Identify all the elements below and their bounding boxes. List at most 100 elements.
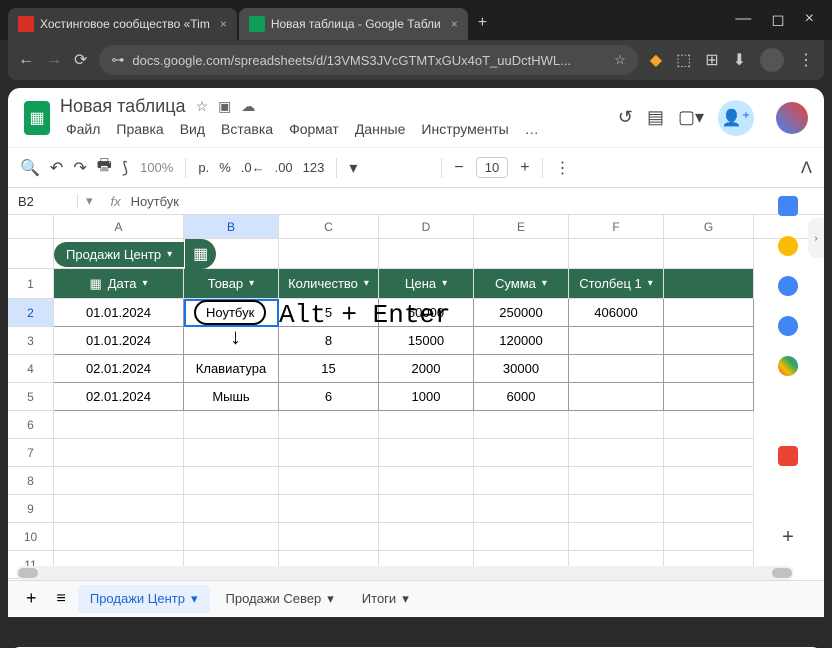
- cell[interactable]: 1000: [379, 383, 474, 411]
- currency-button[interactable]: р.: [198, 160, 209, 175]
- browser-tab[interactable]: Хостинговое сообщество «Tim ×: [8, 8, 237, 40]
- cell[interactable]: 02.01.2024: [54, 355, 184, 383]
- cell[interactable]: 15: [279, 355, 379, 383]
- row-head[interactable]: 10: [8, 523, 54, 551]
- table-chip[interactable]: Продажи Центр▾: [54, 242, 184, 267]
- col-head[interactable]: B: [184, 215, 279, 238]
- avatar[interactable]: [776, 102, 808, 134]
- dec-decimal-icon[interactable]: .0←: [241, 160, 265, 175]
- download-icon[interactable]: ⬇: [733, 50, 746, 70]
- forward-icon[interactable]: →: [46, 51, 62, 69]
- menu-view[interactable]: Вид: [174, 119, 211, 139]
- cell[interactable]: 406000: [569, 299, 664, 327]
- format-button[interactable]: 123: [303, 160, 325, 175]
- cell[interactable]: 50000: [379, 299, 474, 327]
- sheet-tab[interactable]: Продажи Центр ▾: [78, 585, 210, 613]
- undo-icon[interactable]: ↶: [50, 158, 63, 178]
- row-head[interactable]: 4: [8, 355, 54, 383]
- col-head[interactable]: A: [54, 215, 184, 238]
- close-icon[interactable]: ×: [451, 17, 458, 31]
- menu-edit[interactable]: Правка: [110, 119, 169, 139]
- cell[interactable]: 6000: [474, 383, 569, 411]
- extension-icon[interactable]: ⬚: [676, 50, 691, 70]
- dec-font-icon[interactable]: −: [454, 159, 463, 177]
- menu-format[interactable]: Формат: [283, 119, 345, 139]
- menu-more[interactable]: …: [519, 119, 545, 139]
- col-header-price[interactable]: Цена ▾: [379, 269, 474, 299]
- close-icon[interactable]: ×: [805, 10, 814, 30]
- col-head[interactable]: C: [279, 215, 379, 238]
- col-header-sum[interactable]: Сумма ▾: [474, 269, 569, 299]
- row-head[interactable]: 8: [8, 467, 54, 495]
- cell[interactable]: 15000: [379, 327, 474, 355]
- more-icon[interactable]: ⋮: [555, 158, 571, 178]
- collapse-icon[interactable]: ᐱ: [801, 158, 812, 178]
- menu-file[interactable]: Файл: [60, 119, 106, 139]
- print-icon[interactable]: 🖶: [97, 154, 112, 181]
- star-icon[interactable]: ☆: [614, 52, 626, 68]
- row-head[interactable]: 9: [8, 495, 54, 523]
- back-icon[interactable]: ←: [18, 51, 34, 69]
- row-head[interactable]: 1: [8, 269, 54, 299]
- extension-icon[interactable]: ◆: [650, 50, 662, 70]
- cell[interactable]: Клавиатура: [184, 355, 279, 383]
- tasks-icon[interactable]: [778, 276, 798, 296]
- doc-title[interactable]: Новая таблица: [60, 96, 186, 117]
- fx-value[interactable]: Ноутбук: [131, 194, 179, 209]
- col-header-date[interactable]: ▦ Дата ▾: [54, 269, 184, 299]
- cell[interactable]: [569, 327, 664, 355]
- table-calc-icon[interactable]: ▦: [185, 239, 216, 269]
- sheet-grid[interactable]: A B C D E F G Продажи Центр▾ ▦ 1 ▦ Дата …: [8, 215, 824, 595]
- zoom-select[interactable]: 100%: [140, 160, 173, 175]
- menu-insert[interactable]: Вставка: [215, 119, 279, 139]
- col-header-col1[interactable]: Столбец 1 ▾: [569, 269, 664, 299]
- row-head[interactable]: 3: [8, 327, 54, 355]
- inc-font-icon[interactable]: +: [520, 159, 529, 177]
- browser-tab-active[interactable]: Новая таблица - Google Табли ×: [239, 8, 468, 40]
- comment-icon[interactable]: ▤: [647, 107, 664, 128]
- cell-ref[interactable]: B2: [8, 194, 78, 209]
- select-all-corner[interactable]: [8, 215, 54, 238]
- star-icon[interactable]: ☆: [196, 98, 209, 115]
- cell[interactable]: 8: [279, 327, 379, 355]
- minimize-icon[interactable]: —: [735, 10, 751, 30]
- all-sheets-button[interactable]: ≡: [49, 590, 74, 608]
- redo-icon[interactable]: ↷: [73, 158, 86, 178]
- cell[interactable]: [569, 355, 664, 383]
- collapse-sidepanel-icon[interactable]: ›: [808, 218, 824, 258]
- cell[interactable]: 02.01.2024: [54, 383, 184, 411]
- new-tab-button[interactable]: +: [478, 14, 487, 32]
- row-head[interactable]: 6: [8, 411, 54, 439]
- col-head[interactable]: G: [664, 215, 754, 238]
- url-input[interactable]: ⊶ docs.google.com/spreadsheets/d/13VMS3J…: [99, 45, 637, 75]
- cell[interactable]: 250000: [474, 299, 569, 327]
- row-head[interactable]: 7: [8, 439, 54, 467]
- contacts-icon[interactable]: [778, 316, 798, 336]
- site-info-icon[interactable]: ⊶: [111, 52, 124, 68]
- percent-button[interactable]: %: [219, 160, 231, 175]
- col-head[interactable]: D: [379, 215, 474, 238]
- search-icon[interactable]: 🔍: [20, 158, 40, 178]
- sheet-tab[interactable]: Итоги ▾: [350, 585, 421, 613]
- col-header-product[interactable]: Товар ▾: [184, 269, 279, 299]
- close-icon[interactable]: ×: [220, 17, 227, 31]
- add-addon-icon[interactable]: +: [782, 526, 794, 549]
- scroll-left-icon[interactable]: [18, 568, 38, 578]
- row-head[interactable]: 2: [8, 299, 54, 327]
- extensions-icon[interactable]: ⊞: [705, 50, 718, 70]
- row-head[interactable]: 5: [8, 383, 54, 411]
- history-icon[interactable]: ↺: [618, 107, 633, 128]
- meet-icon[interactable]: ▢▾: [678, 107, 704, 128]
- cell[interactable]: 6: [279, 383, 379, 411]
- cell[interactable]: [184, 299, 279, 327]
- cell[interactable]: 5: [279, 299, 379, 327]
- font-select[interactable]: ▾: [349, 158, 429, 178]
- maximize-icon[interactable]: ◻: [771, 10, 784, 30]
- inc-decimal-icon[interactable]: .00: [275, 160, 293, 175]
- maps-icon[interactable]: [778, 356, 798, 376]
- keep-icon[interactable]: [778, 236, 798, 256]
- addon-icon[interactable]: [778, 446, 798, 466]
- cell[interactable]: 30000: [474, 355, 569, 383]
- cell[interactable]: 01.01.2024: [54, 327, 184, 355]
- scroll-right-icon[interactable]: [772, 568, 792, 578]
